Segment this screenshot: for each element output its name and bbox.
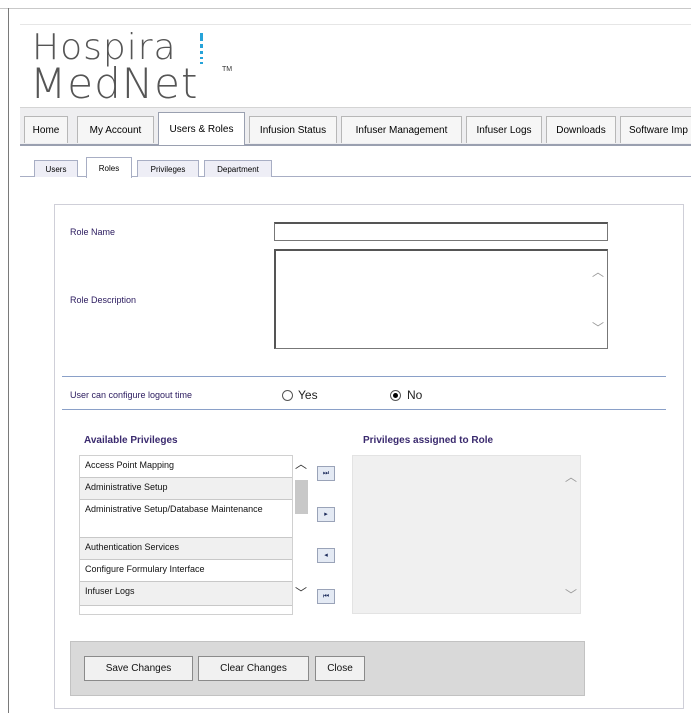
- clear-changes-button[interactable]: Clear Changes: [198, 656, 309, 681]
- list-scroll-up-icon[interactable]: ︿: [295, 455, 307, 472]
- tab-infusion-status[interactable]: Infusion Status: [249, 116, 337, 143]
- tab-downloads[interactable]: Downloads: [546, 116, 616, 143]
- list-item[interactable]: Access Point Mapping: [80, 456, 292, 478]
- move-right-icon[interactable]: ▸: [317, 507, 335, 522]
- list-scroll-down-icon[interactable]: ﹀: [295, 584, 307, 601]
- subtab-users[interactable]: Users: [34, 160, 78, 177]
- logout-no-radio[interactable]: [390, 390, 401, 401]
- close-button[interactable]: Close: [315, 656, 365, 681]
- subtab-privileges[interactable]: Privileges: [137, 160, 199, 177]
- list-item[interactable]: Infuser Logs: [80, 582, 292, 606]
- available-privileges-header: Available Privileges: [84, 435, 178, 446]
- logo-accent-icon: [200, 33, 204, 65]
- subtab-department[interactable]: Department: [204, 160, 272, 177]
- list-scroll-thumb[interactable]: [295, 480, 308, 514]
- list-item[interactable]: Configure Formulary Interface: [80, 560, 292, 582]
- tab-infuser-logs[interactable]: Infuser Logs: [466, 116, 542, 143]
- divider-top: [62, 376, 666, 377]
- logout-no-label[interactable]: No: [407, 388, 422, 402]
- logo-text-mednet: MedNet: [30, 59, 199, 108]
- tab-my-account[interactable]: My Account: [77, 116, 154, 143]
- list-item[interactable]: Authentication Services: [80, 538, 292, 560]
- tab-infuser-management[interactable]: Infuser Management: [341, 116, 462, 143]
- list-item[interactable]: Administrative Setup/Database Maintenanc…: [80, 500, 292, 538]
- textarea-scroll-down-icon[interactable]: ﹀: [592, 319, 604, 336]
- role-name-input[interactable]: [274, 222, 608, 241]
- available-privileges-list[interactable]: Access Point Mapping Administrative Setu…: [79, 455, 293, 615]
- subtab-roles[interactable]: Roles: [86, 157, 132, 178]
- divider-bottom: [62, 409, 666, 410]
- assigned-scroll-down-icon[interactable]: ﹀: [565, 586, 577, 603]
- logo-trademark: TM: [222, 66, 233, 73]
- role-name-label: Role Name: [70, 227, 116, 237]
- tab-users-roles[interactable]: Users & Roles: [158, 112, 245, 145]
- textarea-scroll-up-icon[interactable]: ︿: [592, 263, 604, 280]
- role-description-label: Role Description: [70, 295, 137, 305]
- move-all-left-icon[interactable]: ⏮: [317, 589, 335, 604]
- save-changes-button[interactable]: Save Changes: [84, 656, 193, 681]
- logout-time-label: User can configure logout time: [70, 390, 193, 400]
- main-tab-bar-underline: [20, 144, 691, 146]
- assigned-scroll-up-icon[interactable]: ︿: [565, 468, 577, 485]
- assigned-privileges-header: Privileges assigned to Role: [363, 435, 494, 446]
- window-left-border: [8, 8, 9, 713]
- window-top-border: [0, 8, 691, 9]
- tab-home[interactable]: Home: [24, 116, 68, 143]
- logout-yes-label[interactable]: Yes: [298, 388, 318, 402]
- role-description-textarea[interactable]: ︿ ﹀: [274, 249, 608, 349]
- tab-software-import[interactable]: Software Imp: [620, 116, 691, 143]
- assigned-privileges-list[interactable]: ︿ ﹀: [352, 455, 581, 614]
- move-all-right-icon[interactable]: ⏭: [317, 466, 335, 481]
- logout-yes-radio[interactable]: [282, 390, 293, 401]
- list-item[interactable]: Administrative Setup: [80, 478, 292, 500]
- move-left-icon[interactable]: ◂: [317, 548, 335, 563]
